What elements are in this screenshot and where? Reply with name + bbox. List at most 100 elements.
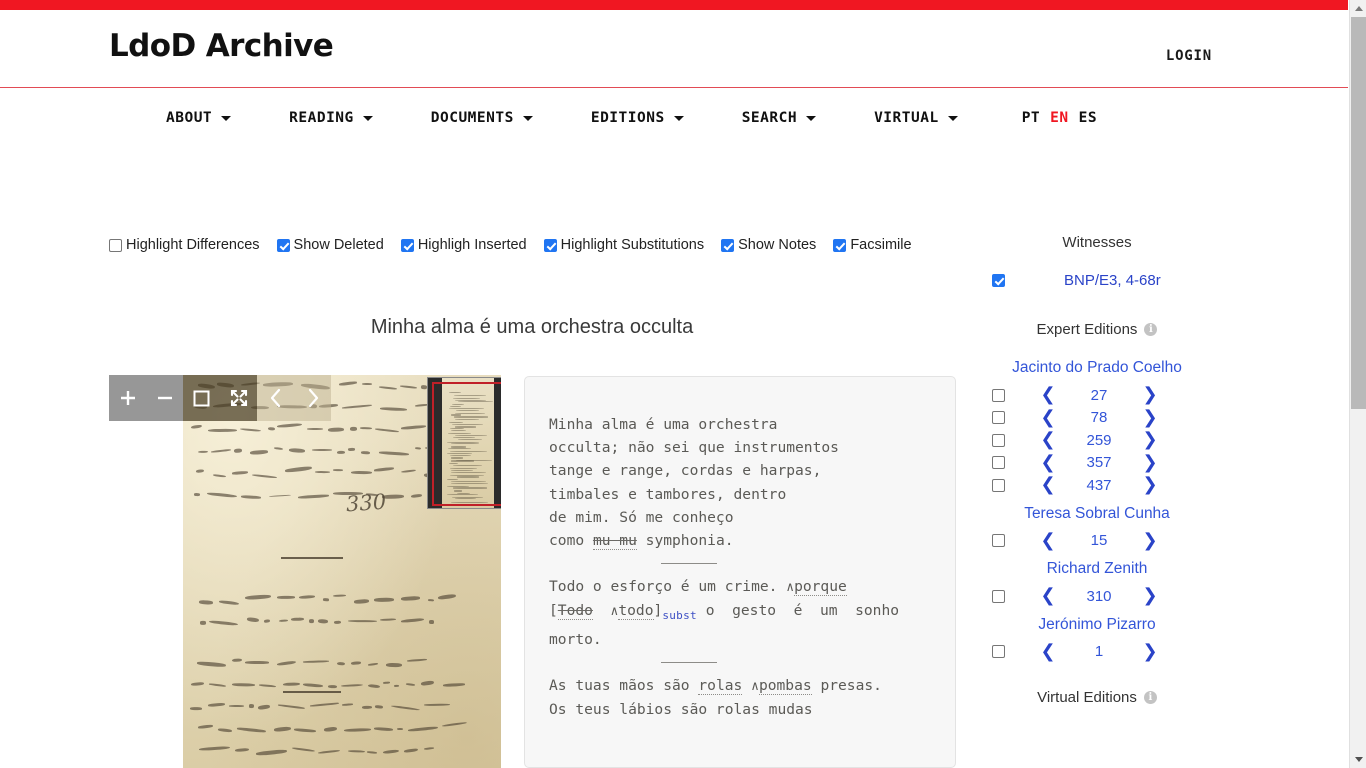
next-fragment-icon[interactable]: ❯ (1142, 531, 1157, 550)
edition-checkbox[interactable] (992, 645, 1005, 659)
transcription-line: presas. (820, 676, 882, 694)
inserted-text: porque (794, 578, 847, 597)
deleted-text: rolas (698, 676, 743, 695)
editor-name-teresa-sobral-cunha[interactable]: Teresa Sobral Cunha (962, 505, 1232, 523)
next-fragment-icon[interactable]: ❯ (1142, 476, 1157, 494)
next-fragment-icon[interactable]: ❯ (1142, 453, 1157, 472)
edition-checkbox[interactable] (992, 433, 1005, 447)
edition-checkbox[interactable] (992, 456, 1005, 470)
nav-items-container: ABOUT READING DOCUMENTS EDITIONS SEARCH VIRTU… (0, 89, 1348, 147)
next-fragment-icon[interactable]: ❯ (1142, 386, 1157, 404)
next-fragment-icon[interactable]: ❯ (1142, 408, 1157, 427)
option-checkbox-highligh-inserted[interactable] (400, 238, 414, 252)
site-brand-title: LdoD Archive (109, 28, 334, 64)
info-icon[interactable]: i (1143, 691, 1157, 704)
transcription-panel: Minha alma é uma orchestra occulta; não … (524, 376, 956, 768)
expert-editions-list: Jacinto do Prado Coelho ❮ 27 ❯ ❮ 78 ❯ ❮ 259 ❯ ❮ 357… (962, 359, 1232, 663)
scrollbar-thumb[interactable] (1351, 17, 1366, 409)
previous-fragment-icon[interactable]: ❮ (1040, 476, 1055, 494)
edition-number[interactable]: 1 (1095, 643, 1103, 660)
edition-checkbox[interactable] (992, 478, 1005, 492)
option-checkbox-highlight-differences[interactable] (109, 238, 122, 252)
edition-number[interactable]: 78 (1091, 409, 1108, 426)
nav-item-virtual[interactable]: VIRTUAL (874, 110, 958, 126)
navigator-viewport-rect[interactable] (432, 382, 501, 506)
deleted-text: mu mu (592, 532, 637, 551)
edition-number[interactable]: 259 (1086, 432, 1111, 449)
facsimile-viewer[interactable]: 330 (109, 375, 501, 768)
nav-item-editions[interactable]: EDITIONS (591, 110, 684, 126)
edition-number[interactable]: 15 (1091, 532, 1108, 549)
scroll-down-icon[interactable] (1350, 751, 1366, 768)
transcription-line: symphonia. (645, 532, 734, 550)
next-fragment-icon[interactable]: ❯ (1142, 587, 1157, 605)
previous-fragment-icon[interactable]: ❮ (1040, 531, 1055, 550)
site-header: LdoD Archive LOGIN (0, 10, 1348, 88)
transcription-stanza-3: As tuas mãos são rolas ∧pombas presas. O… (549, 676, 882, 718)
editor-name-jacinto-do-prado-coelho[interactable]: Jacinto do Prado Coelho (962, 359, 1232, 377)
option-checkbox-highlight-substitutions[interactable] (543, 238, 557, 252)
nav-item-reading[interactable]: READING (289, 110, 373, 126)
edition-number[interactable]: 27 (1091, 387, 1108, 404)
option-highlight-differences[interactable]: Highlight Differences (109, 237, 260, 253)
previous-fragment-icon[interactable]: ❮ (1040, 587, 1055, 605)
language-option-es[interactable]: ES (1079, 110, 1097, 126)
option-label: Highligh Inserted (417, 237, 527, 253)
edition-number[interactable]: 310 (1086, 588, 1111, 605)
zoom-out-icon[interactable] (146, 375, 183, 421)
previous-fragment-icon[interactable]: ❮ (1040, 408, 1055, 427)
edition-row: ❮ 259 ❯ (962, 429, 1232, 452)
option-checkbox-facsimile[interactable] (833, 238, 847, 252)
language-option-en[interactable]: EN (1050, 110, 1068, 126)
next-page-icon[interactable] (294, 375, 331, 421)
fullscreen-icon[interactable] (220, 375, 257, 421)
edition-checkbox[interactable] (992, 589, 1005, 603)
edition-row: ❮ 27 ❯ (962, 384, 1232, 407)
transcription-line: Os teus lábios são rolas mudas (549, 700, 813, 718)
previous-fragment-icon[interactable]: ❮ (1040, 386, 1055, 404)
previous-fragment-icon[interactable]: ❮ (1040, 453, 1055, 472)
option-checkbox-show-notes[interactable] (721, 238, 735, 252)
login-button[interactable]: LOGIN (1166, 48, 1212, 64)
previous-page-icon[interactable] (257, 375, 294, 421)
main-navigation: ABOUT READING DOCUMENTS EDITIONS SEARCH VIRTU… (0, 89, 1348, 147)
editor-name-richard-zenith[interactable]: Richard Zenith (962, 560, 1232, 578)
expert-editions-heading-label: Expert Editions (1036, 321, 1138, 338)
scroll-up-icon[interactable] (1350, 0, 1366, 17)
viewer-navigator[interactable] (427, 377, 501, 509)
option-show-deleted[interactable]: Show Deleted (276, 237, 384, 253)
option-show-notes[interactable]: Show Notes (721, 237, 816, 253)
info-icon[interactable]: i (1144, 323, 1158, 336)
option-facsimile[interactable]: Facsimile (833, 237, 912, 253)
nav-item-documents[interactable]: DOCUMENTS (431, 110, 533, 126)
edition-row: ❮ 1 ❯ (962, 641, 1232, 664)
nav-item-label: SEARCH (741, 110, 798, 126)
previous-fragment-icon[interactable]: ❮ (1040, 642, 1055, 661)
editor-name-jer-nimo-pizarro[interactable]: Jerónimo Pizarro (962, 616, 1232, 634)
next-fragment-icon[interactable]: ❯ (1142, 431, 1157, 449)
language-option-pt[interactable]: PT (1022, 110, 1040, 126)
next-fragment-icon[interactable]: ❯ (1142, 642, 1157, 661)
option-checkbox-show-deleted[interactable] (276, 238, 290, 252)
transcription-line: Minha alma é uma orchestra (549, 416, 778, 433)
zoom-in-icon[interactable] (109, 375, 146, 421)
witness-link[interactable]: BNP/E3, 4-68r (1064, 272, 1161, 289)
home-icon[interactable] (183, 375, 220, 421)
edition-number[interactable]: 437 (1086, 477, 1111, 494)
nav-item-about[interactable]: ABOUT (166, 110, 232, 126)
chevron-down-icon (221, 115, 232, 121)
edition-checkbox[interactable] (992, 534, 1005, 548)
nav-item-search[interactable]: SEARCH (741, 110, 817, 126)
edition-number[interactable]: 357 (1086, 454, 1111, 471)
transcription-line: occulta; não sei que instrumentos (549, 439, 839, 457)
option-highligh-inserted[interactable]: Highligh Inserted (400, 237, 527, 253)
witnesses-heading-label: Witnesses (1062, 234, 1132, 251)
page-scrollbar[interactable] (1349, 0, 1366, 768)
edition-checkbox[interactable] (992, 411, 1005, 425)
previous-fragment-icon[interactable]: ❮ (1040, 431, 1055, 449)
witness-checkbox[interactable] (992, 274, 1005, 287)
option-highlight-substitutions[interactable]: Highlight Substitutions (543, 237, 704, 253)
edition-checkbox[interactable] (992, 388, 1005, 402)
witness-row[interactable]: BNP/E3, 4-68r (962, 272, 1232, 289)
